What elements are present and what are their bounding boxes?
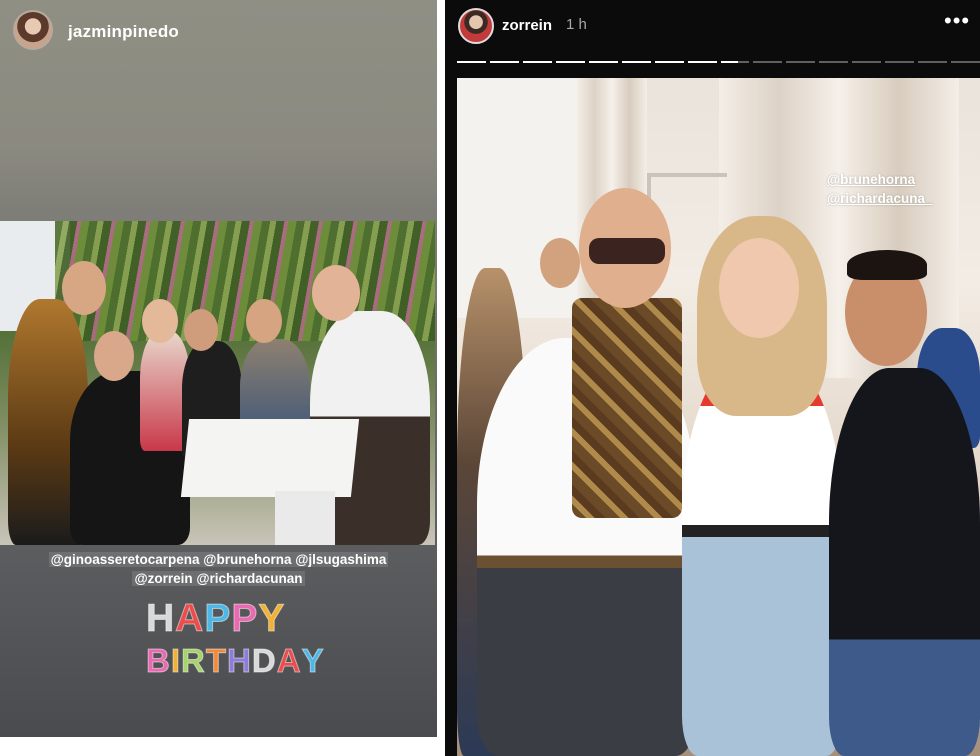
progress-segment <box>720 61 750 63</box>
photo-face <box>312 265 360 321</box>
story-photo-group: @brunehorna @richardacuna_ <box>457 78 980 756</box>
sticker-letter: B <box>146 642 171 680</box>
story-left: jazminpinedo @ginoasseretocarpena @brune… <box>0 0 437 737</box>
progress-segment <box>786 61 816 63</box>
mentions-line[interactable]: @ginoasseretocarpena @brunehorna @jlsuga… <box>48 552 389 567</box>
progress-segment <box>753 61 783 63</box>
progress-segment <box>457 61 486 63</box>
progress-segment <box>588 61 618 63</box>
sticker-birthday: BIRTHDAY <box>146 641 325 681</box>
tag-mention[interactable]: @richardacuna_ <box>827 189 932 208</box>
progress-segment <box>654 61 684 63</box>
photo-person <box>829 368 980 756</box>
photo-railing <box>647 173 727 177</box>
photo-face <box>184 309 218 351</box>
story-timestamp: 1 h <box>566 16 587 33</box>
story-right: zorrein 1 h ••• @brunehorna @richardacun… <box>445 0 980 756</box>
story-username[interactable]: jazminpinedo <box>68 22 179 42</box>
photo-face <box>62 261 106 315</box>
story-photo-group <box>0 221 435 545</box>
mentions-caption: @ginoasseretocarpena @brunehorna @jlsuga… <box>0 550 437 588</box>
photo-scarf <box>572 298 682 518</box>
sticker-letter: H <box>145 597 176 641</box>
photo-table <box>180 419 360 497</box>
sticker-letter: P <box>231 597 259 641</box>
photo-person <box>682 358 842 756</box>
sticker-happy: HAPPY <box>145 597 296 641</box>
progress-segment <box>489 61 519 63</box>
sticker-letter: I <box>170 642 182 680</box>
sticker-letter: P <box>204 597 232 641</box>
photo-face <box>540 238 580 288</box>
sticker-letter: T <box>205 642 228 680</box>
progress-segment <box>852 61 882 63</box>
progress-segment <box>621 61 651 63</box>
progress-segment <box>819 61 849 63</box>
tag-stickers: @brunehorna @richardacuna_ <box>827 170 932 208</box>
sticker-letter: D <box>251 642 277 680</box>
photo-table-base <box>275 491 335 545</box>
profile-avatar[interactable] <box>13 10 53 50</box>
photo-sunglasses <box>589 238 665 264</box>
photo-face <box>94 331 134 381</box>
story-progress-bar <box>457 61 980 64</box>
profile-avatar[interactable] <box>458 8 494 44</box>
progress-segment <box>687 61 717 63</box>
story-username[interactable]: zorrein <box>502 17 552 34</box>
sticker-letter: Y <box>258 597 286 641</box>
mentions-line[interactable]: @zorrein @richardacunan <box>132 571 305 586</box>
photo-face <box>142 299 178 343</box>
progress-segment <box>885 61 915 63</box>
happy-birthday-sticker: HAPPY BIRTHDAY <box>145 597 325 681</box>
sticker-letter: H <box>227 642 252 680</box>
progress-segment <box>951 61 980 63</box>
tag-mention[interactable]: @brunehorna <box>827 170 932 189</box>
progress-segment <box>918 61 948 63</box>
photo-face <box>719 238 799 338</box>
sticker-letter: Y <box>301 642 325 680</box>
sticker-letter: A <box>175 597 205 641</box>
progress-segment <box>555 61 585 63</box>
photo-face <box>246 299 282 343</box>
progress-segment <box>522 61 552 63</box>
sticker-letter: A <box>276 642 302 680</box>
more-horizontal-icon[interactable]: ••• <box>944 10 970 34</box>
sticker-letter: R <box>181 642 206 680</box>
photo-hair <box>847 250 927 280</box>
